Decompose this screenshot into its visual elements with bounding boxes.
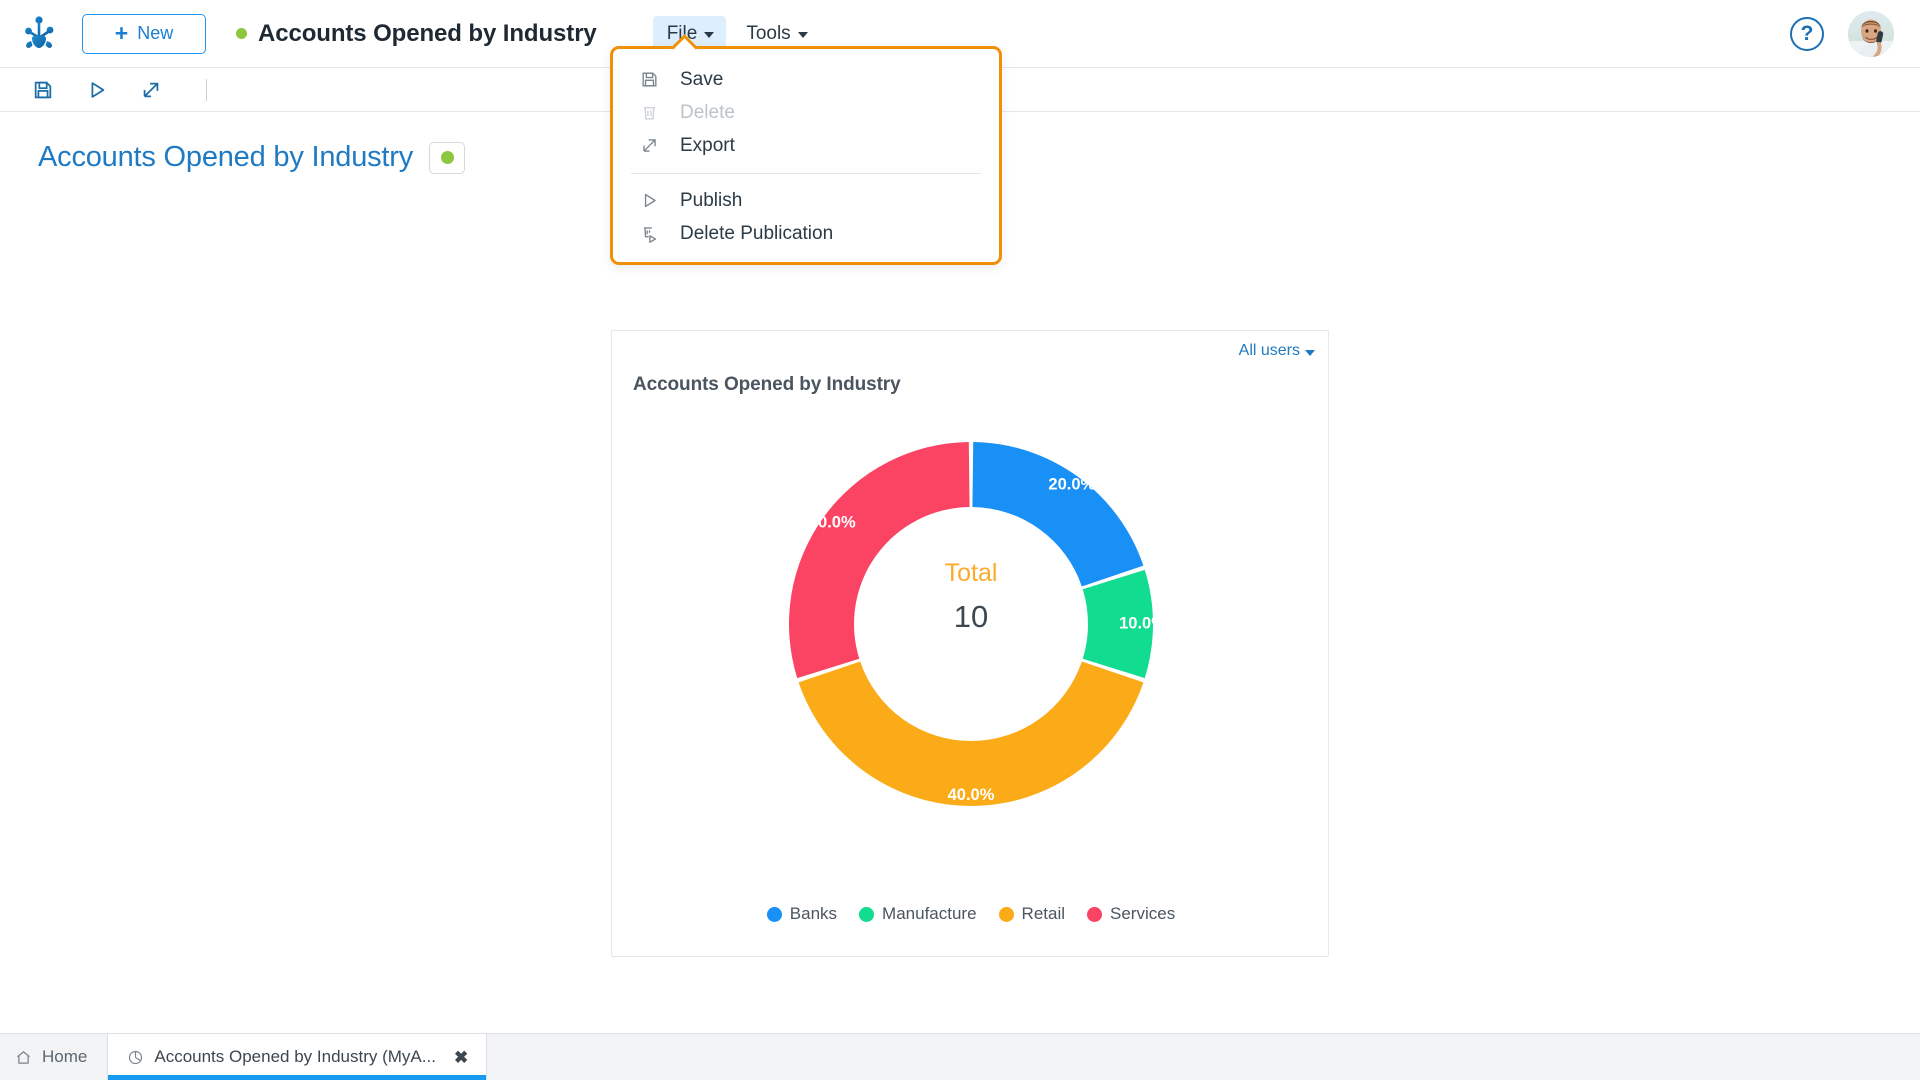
legend-swatch-icon <box>998 906 1014 922</box>
legend-label: Banks <box>789 904 838 923</box>
file-menu-delete-publication-label: Delete Publication <box>680 222 834 244</box>
donut-chart: 20.0% 10.0% 40.0% 30.0% Total 10 <box>612 389 1330 889</box>
donut-chart-svg: 20.0% 10.0% 40.0% 30.0% Total 10 <box>789 442 1166 806</box>
document-title-group: Accounts Opened by Industry <box>236 20 597 48</box>
file-menu-save-label: Save <box>680 68 724 90</box>
status-dot-icon <box>440 151 454 164</box>
donut-center-value: 10 <box>954 599 988 634</box>
file-menu-publish-label: Publish <box>680 189 743 211</box>
toolbar-export-button[interactable] <box>138 77 164 103</box>
file-menu-item-export[interactable]: Export <box>613 129 999 162</box>
unpublish-icon <box>639 223 660 244</box>
legend-label: Services <box>1110 904 1176 923</box>
help-glyph: ? <box>1800 22 1814 45</box>
donut-slice-banks[interactable] <box>972 442 1144 587</box>
new-button-label: New <box>137 23 174 43</box>
play-triangle-icon <box>91 81 105 98</box>
top-bar-right: ? <box>1790 10 1920 57</box>
document-status-dot <box>236 28 247 39</box>
donut-slice-label-services: 30.0% <box>809 514 856 532</box>
file-menu-item-save[interactable]: Save <box>613 63 999 96</box>
avatar[interactable] <box>1848 10 1894 57</box>
document-title: Accounts Opened by Industry <box>258 19 597 47</box>
home-icon <box>14 1048 32 1066</box>
status-badge[interactable] <box>429 141 466 174</box>
chevron-down-icon <box>1305 349 1315 356</box>
export-arrow-icon <box>639 135 660 156</box>
all-users-filter-dropdown[interactable]: All users <box>1239 342 1315 360</box>
legend-swatch-icon <box>859 906 875 922</box>
legend-label: Retail <box>1021 904 1066 923</box>
page-title: Accounts Opened by Industry <box>38 141 414 173</box>
file-menu-item-delete: Delete <box>613 96 999 129</box>
close-icon[interactable]: ✖ <box>454 1049 468 1066</box>
toolbar-separator <box>206 78 207 101</box>
export-arrow-icon <box>143 82 159 97</box>
taskbar-tab-label: Accounts Opened by Industry (MyA... <box>154 1047 436 1066</box>
file-menu-dropdown: Save Delete Export Publish Delete Public… <box>610 46 1002 265</box>
legend-item-banks[interactable]: Banks <box>766 904 838 924</box>
file-menu-item-delete-publication[interactable]: Delete Publication <box>613 217 999 250</box>
chevron-down-icon <box>797 32 808 38</box>
chevron-down-icon <box>704 32 715 38</box>
app-logo[interactable] <box>0 0 72 68</box>
pie-chart-icon <box>126 1048 144 1066</box>
trash-can-icon <box>639 102 660 123</box>
donut-slice-services[interactable] <box>789 442 970 679</box>
toolbar-save-button[interactable] <box>30 77 56 103</box>
file-menu-export-label: Export <box>680 134 735 156</box>
file-menu-delete-label: Delete <box>680 101 735 123</box>
taskbar-tab-home[interactable]: Home <box>0 1034 107 1080</box>
menu-tools-label: Tools <box>746 22 791 44</box>
play-triangle-icon <box>639 190 660 211</box>
file-menu-separator <box>631 173 981 174</box>
legend-swatch-icon <box>1087 906 1103 922</box>
help-icon[interactable]: ? <box>1790 16 1824 51</box>
taskbar-tab-home-label: Home <box>42 1047 88 1066</box>
donut-slice-label-banks: 20.0% <box>1048 476 1095 494</box>
chart-card: All users Accounts Opened by Industry 20… <box>611 330 1329 957</box>
plus-icon: + <box>114 20 129 46</box>
donut-slice-label-manufacture: 10.0% <box>1119 614 1166 632</box>
legend-label: Manufacture <box>882 904 977 923</box>
donut-slice-label-retail: 40.0% <box>948 786 995 804</box>
new-button[interactable]: + New <box>82 13 206 54</box>
floppy-disk-icon <box>639 69 660 90</box>
legend-item-retail[interactable]: Retail <box>998 904 1066 924</box>
toolbar-run-button[interactable] <box>84 77 110 103</box>
legend-item-services[interactable]: Services <box>1087 904 1175 924</box>
legend-item-manufacture[interactable]: Manufacture <box>859 904 977 924</box>
chart-legend: Banks Manufacture Retail Services <box>612 904 1330 924</box>
all-users-filter-label: All users <box>1238 342 1300 359</box>
avatar-photo <box>1848 10 1894 57</box>
file-menu-item-publish[interactable]: Publish <box>613 184 999 217</box>
donut-center-label: Total <box>945 559 998 587</box>
legend-swatch-icon <box>766 906 782 922</box>
taskbar-tab-accounts-opened-by-industry[interactable]: Accounts Opened by Industry (MyA... ✖ <box>107 1034 488 1080</box>
frog-foot-logo-icon <box>25 15 54 48</box>
donut-slice-retail[interactable] <box>798 661 1144 806</box>
floppy-disk-icon <box>34 81 52 98</box>
taskbar: Home Accounts Opened by Industry (MyA...… <box>0 1033 1920 1080</box>
